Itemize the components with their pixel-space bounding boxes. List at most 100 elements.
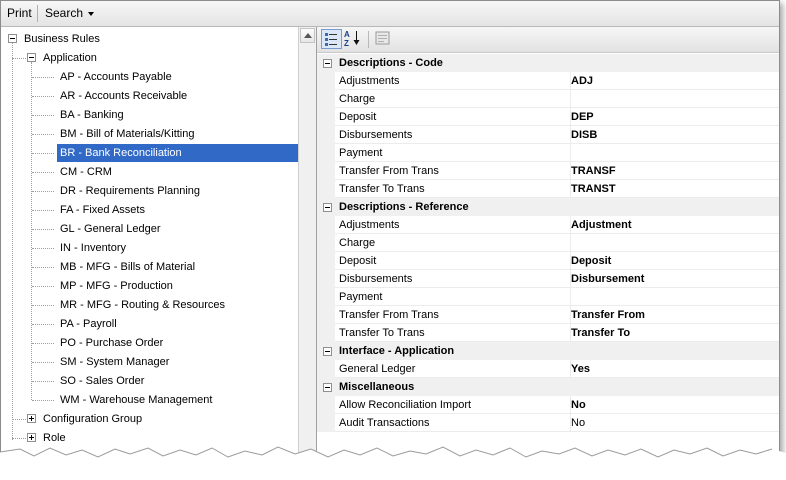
tree-node-gl[interactable]: GL - General Ledger [57,220,164,238]
row-margin [317,270,335,288]
tree-connector-line [32,229,54,230]
tree-node-ap[interactable]: AP - Accounts Payable [57,68,176,86]
property-value[interactable]: Yes [567,360,779,378]
svg-text:A: A [344,30,350,39]
row-margin [317,306,335,324]
torn-edge [0,446,786,480]
property-row[interactable]: Audit Transactions No [317,414,779,432]
tree-connector-line [12,43,13,440]
property-value[interactable]: TRANSF [567,162,779,180]
property-value[interactable]: DISB [567,126,779,144]
categorized-view-button[interactable] [321,29,342,49]
property-value[interactable]: No [567,396,779,414]
property-value[interactable] [567,90,779,108]
tree-node-po[interactable]: PO - Purchase Order [57,334,167,352]
property-value[interactable]: No [567,414,779,432]
row-margin [317,126,335,144]
property-value[interactable] [567,144,779,162]
tree-node-bm[interactable]: BM - Bill of Materials/Kitting [57,125,198,143]
category-descriptions-reference[interactable]: Descriptions - Reference [317,198,779,216]
property-row[interactable]: Transfer From Trans TRANSF [317,162,779,180]
tree-node-in[interactable]: IN - Inventory [57,239,130,257]
row-margin [317,288,335,306]
category-label: Descriptions - Reference [339,201,469,213]
property-row[interactable]: Disbursements Disbursement [317,270,779,288]
property-row[interactable]: Allow Reconciliation Import No [317,396,779,414]
property-value[interactable]: Deposit [567,252,779,270]
tree-node-wm[interactable]: WM - Warehouse Management [57,391,216,409]
property-name: Disbursements [335,126,571,144]
collapse-category-icon[interactable] [323,203,332,212]
property-value[interactable]: Transfer To [567,324,779,342]
tree-connector-line [32,343,54,344]
property-value[interactable]: Transfer From [567,306,779,324]
tree-node-mb[interactable]: MB - MFG - Bills of Material [57,258,199,276]
property-row[interactable]: Disbursements DISB [317,126,779,144]
collapse-application-icon[interactable] [27,53,36,62]
property-value[interactable]: Disbursement [567,270,779,288]
tree-node-pa[interactable]: PA - Payroll [57,315,121,333]
tree-node-business-rules[interactable]: Business Rules [21,30,104,48]
property-value[interactable]: Adjustment [567,216,779,234]
collapse-category-icon[interactable] [323,383,332,392]
tree-node-mr[interactable]: MR - MFG - Routing & Resources [57,296,229,314]
property-value[interactable]: TRANST [567,180,779,198]
tree-node-br[interactable]: BR - Bank Reconciliation [57,144,298,162]
category-interface-application[interactable]: Interface - Application [317,342,779,360]
tree-node-application[interactable]: Application [40,49,101,67]
property-value[interactable]: ADJ [567,72,779,90]
category-descriptions-code[interactable]: Descriptions - Code [317,54,779,72]
property-row[interactable]: Transfer To Trans TRANST [317,180,779,198]
tree-connector-line [12,419,26,420]
row-margin [317,72,335,90]
tree-connector-line [32,286,54,287]
property-row[interactable]: Adjustments ADJ [317,72,779,90]
property-value[interactable] [567,288,779,306]
row-margin [317,396,335,414]
tree-connector-line [32,77,54,78]
tree-connector-line [32,191,54,192]
tree-connector-line [32,267,54,268]
tree-node-configuration-group[interactable]: Configuration Group [40,410,146,428]
property-row[interactable]: Adjustments Adjustment [317,216,779,234]
tree-node-so[interactable]: SO - Sales Order [57,372,148,390]
tree-node-mp[interactable]: MP - MFG - Production [57,277,177,295]
property-pages-icon [375,31,390,45]
collapse-category-icon[interactable] [323,347,332,356]
category-miscellaneous[interactable]: Miscellaneous [317,378,779,396]
scroll-up-icon[interactable] [300,28,315,43]
search-menu[interactable]: Search [39,1,100,26]
property-row[interactable]: Payment [317,144,779,162]
categorized-icon [325,33,337,46]
property-row[interactable]: Deposit DEP [317,108,779,126]
property-value[interactable] [567,234,779,252]
expand-configuration-group-icon[interactable] [27,414,36,423]
tree-node-ba[interactable]: BA - Banking [57,106,128,124]
row-margin [317,162,335,180]
collapse-category-icon[interactable] [323,59,332,68]
tree-node-cm[interactable]: CM - CRM [57,163,116,181]
property-name: Adjustments [335,216,571,234]
tree-node-dr[interactable]: DR - Requirements Planning [57,182,204,200]
collapse-root-icon[interactable] [8,34,17,43]
tree-node-fa[interactable]: FA - Fixed Assets [57,201,149,219]
tree-connector-line [32,96,54,97]
print-menu[interactable]: Print [1,1,38,26]
property-name: Deposit [335,252,571,270]
property-row[interactable]: Payment [317,288,779,306]
property-value[interactable]: DEP [567,108,779,126]
property-row[interactable]: Charge [317,234,779,252]
business-rules-tree[interactable]: Business Rules Application AP - Accounts P… [1,27,299,471]
tree-node-sm[interactable]: SM - System Manager [57,353,173,371]
property-row[interactable]: Charge [317,90,779,108]
property-row[interactable]: Deposit Deposit [317,252,779,270]
tree-scrollbar[interactable] [298,27,317,471]
property-row[interactable]: Transfer From Trans Transfer From [317,306,779,324]
property-pages-button[interactable] [373,29,394,49]
property-name: Transfer From Trans [335,306,571,324]
dropdown-arrow-icon [88,11,95,16]
property-row[interactable]: General Ledger Yes [317,360,779,378]
property-row[interactable]: Transfer To Trans Transfer To [317,324,779,342]
tree-node-ar[interactable]: AR - Accounts Receivable [57,87,191,105]
alphabetical-sort-button[interactable]: A Z [343,29,364,49]
